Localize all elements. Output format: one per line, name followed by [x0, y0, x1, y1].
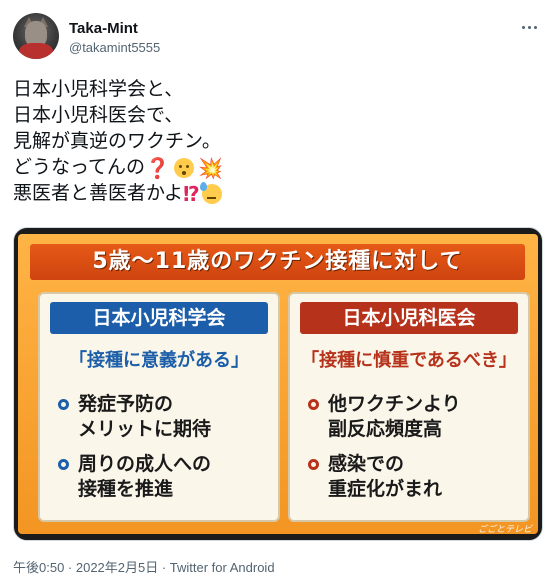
bullet-line: 周りの成人への — [78, 453, 212, 475]
bullet-text: 感染での重症化がまれ — [328, 452, 442, 502]
exclamation-question-mark-icon: ⁉ — [183, 181, 200, 206]
panel-pediatric-society: 日本小児科学会 「接種に意義がある」 発症予防のメリットに期待 周りの成人への接… — [38, 292, 280, 522]
tv-watermark: ごごとテレビ — [478, 525, 533, 535]
more-dot — [528, 25, 531, 29]
red-question-mark-icon: ❓ — [145, 155, 170, 180]
tv-infographic-board: 5歳～11歳のワクチン接種に対して 日本小児科学会 「接種に意義がある」 発症予… — [18, 234, 538, 535]
bullet-text: 発症予防のメリットに期待 — [78, 392, 211, 442]
tweet-line: 日本小児科医会で、 — [13, 102, 533, 128]
panel-header: 日本小児科学会 — [50, 302, 268, 334]
collision-icon: 💥 — [197, 155, 223, 180]
bullet-line: 副反応頻度高 — [328, 418, 443, 440]
bullet-line: 発症予防の — [78, 393, 174, 415]
downcast-face-with-sweat-icon — [199, 181, 222, 204]
bullet-line: 感染での — [328, 453, 405, 475]
bullet-line: 重症化がまれ — [328, 478, 443, 500]
tweet-media-image[interactable]: 5歳～11歳のワクチン接種に対して 日本小児科学会 「接種に意義がある」 発症予… — [13, 227, 543, 541]
panel-header: 日本小児科医会 — [300, 302, 518, 334]
tweet-meta[interactable]: 午後0:50 · 2022年2月5日 · Twitter for Android — [13, 557, 275, 576]
more-dot — [534, 25, 537, 29]
tweet: Taka-Mint @takamint5555 日本小児科学会と、 日本小児科医… — [0, 0, 557, 582]
bullet-line: 他ワクチンより — [328, 393, 461, 415]
more-dot — [522, 25, 525, 29]
tweet-line: どうなってんの❓ 💥 — [13, 154, 533, 180]
panel-tagline: 「接種に意義がある」 — [69, 350, 249, 371]
avatar[interactable] — [13, 13, 59, 59]
bullet-circle-icon — [58, 399, 69, 410]
panel-tagline: 「接種に慎重であるべき」 — [301, 350, 517, 371]
avatar-body — [19, 43, 53, 59]
tweet-line-text: 日本小児科医会で、 — [13, 104, 184, 126]
face-with-open-mouth-icon — [173, 157, 194, 178]
bullet-circle-icon — [58, 459, 69, 470]
board-title: 5歳～11歳のワクチン接種に対して — [92, 249, 463, 274]
board-title-bar: 5歳～11歳のワクチン接種に対して — [30, 244, 525, 280]
tweet-line-text: 日本小児科学会と、 — [13, 78, 184, 100]
tweet-text: 日本小児科学会と、 日本小児科医会で、 見解が真逆のワクチン。 どうなってんの❓… — [13, 76, 533, 206]
tweet-line: 見解が真逆のワクチン。 — [13, 128, 533, 154]
user-display-name[interactable]: Taka-Mint — [69, 20, 138, 37]
more-options-icon[interactable] — [522, 22, 542, 32]
tweet-line-text: 悪医者と善医者かよ — [13, 182, 184, 204]
bullet-line: メリットに期待 — [78, 418, 212, 440]
bullet-circle-icon — [308, 399, 319, 410]
tweet-line: 日本小児科学会と、 — [13, 76, 533, 102]
bullet-text: 他ワクチンより 副反応頻度高 — [328, 392, 461, 442]
panel-pediatric-association: 日本小児科医会 「接種に慎重であるべき」 他ワクチンより 副反応頻度高 感染での重… — [288, 292, 530, 522]
tweet-line: 悪医者と善医者かよ⁉ — [13, 180, 533, 206]
bullet-line: 接種を推進 — [78, 478, 174, 500]
tweet-line-text: 見解が真逆のワクチン。 — [13, 130, 221, 152]
user-handle[interactable]: @takamint5555 — [69, 40, 160, 55]
bullet-text: 周りの成人への 接種を推進 — [78, 452, 211, 502]
bullet-circle-icon — [308, 459, 319, 470]
tweet-line-text: どうなってんの — [13, 156, 146, 178]
